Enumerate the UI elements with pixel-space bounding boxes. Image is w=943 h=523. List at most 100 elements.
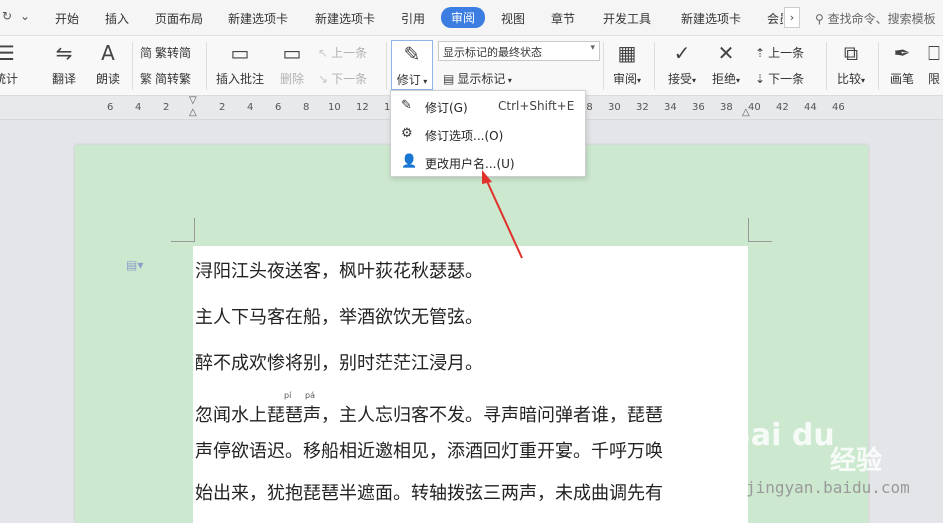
ruler-tick: 30 bbox=[608, 102, 621, 113]
tab-scroll-right-button[interactable]: › bbox=[784, 7, 800, 28]
margin-corner-mark bbox=[748, 218, 772, 242]
word-count-button[interactable]: ☰统计 bbox=[0, 40, 26, 87]
chevron-down-icon: ▾ bbox=[590, 43, 595, 53]
right-indent-marker[interactable]: △ bbox=[742, 107, 750, 118]
next-change-button[interactable]: ⇣ 下一条 bbox=[755, 70, 804, 87]
ruler-tick: 34 bbox=[664, 102, 677, 113]
ruler-tick: 12 bbox=[356, 102, 369, 113]
tab-insert[interactable]: 插入 bbox=[105, 10, 129, 27]
document-line[interactable]: 忽闻水上琵琶声，主人忘归客不发。寻声暗问弹者谁，琵琶 bbox=[195, 401, 663, 427]
tab-developer[interactable]: 开发工具 bbox=[603, 10, 651, 27]
ribbon-separator bbox=[206, 42, 207, 90]
baidu-watermark-brand: 经验 bbox=[830, 446, 883, 476]
delete-comment-icon: ▭ bbox=[282, 41, 302, 65]
tab-member[interactable]: 会员 bbox=[767, 10, 783, 27]
ruler-tick: 6 bbox=[275, 102, 282, 113]
ruler-tick: 32 bbox=[636, 102, 649, 113]
track-changes-icon: ✎ bbox=[403, 42, 421, 66]
compare-icon: ⧉ bbox=[843, 41, 859, 65]
pen-icon: ✒ bbox=[893, 41, 911, 65]
dropdown-arrow-icon: ▾ bbox=[637, 76, 642, 85]
comment-icon: ▭ bbox=[230, 41, 250, 65]
tab-new-2[interactable]: 新建选项卡 bbox=[315, 10, 375, 27]
show-markup-icon: ▤ bbox=[443, 72, 455, 86]
insert-comment-button[interactable]: ▭ 插入批注 bbox=[212, 40, 268, 87]
next-comment-icon: ↘ bbox=[318, 72, 329, 86]
menu-item-track-options[interactable]: ⚙ 修订选项...(O) bbox=[391, 121, 585, 147]
tab-review[interactable]: 审阅 bbox=[441, 7, 486, 28]
paragraph-options-icon[interactable]: ▤▾ bbox=[126, 258, 143, 272]
translate-button[interactable]: ⇋ 翻译 bbox=[46, 40, 82, 87]
markup-mode-select[interactable]: 显示标记的最终状态 ▾ bbox=[438, 41, 600, 61]
trad-to-simp-button[interactable]: 简繁转简 bbox=[140, 44, 191, 61]
shortcut-label: Ctrl+Shift+E bbox=[498, 99, 575, 113]
search-command[interactable]: ⚲ 查找命令、搜索模板 bbox=[815, 10, 936, 27]
restrict-edit-button[interactable]: ⎕ 限 bbox=[926, 40, 942, 87]
reject-button[interactable]: ✕ 拒绝▾ bbox=[706, 40, 746, 87]
search-placeholder: 查找命令、搜索模板 bbox=[827, 12, 936, 26]
tab-bar: ↻ ⌄ 开始 插入 页面布局 新建选项卡 新建选项卡 引用 审阅 视图 章节 开… bbox=[0, 0, 943, 36]
ink-button[interactable]: ✒ 画笔 bbox=[884, 40, 920, 87]
track-changes-button[interactable]: ✎ 修订 ▾ bbox=[391, 40, 433, 90]
show-markup-button[interactable]: ▤ 显示标记 ▾ bbox=[443, 70, 512, 87]
ruler-tick: 4 bbox=[135, 102, 142, 113]
ruler-tick: 10 bbox=[328, 102, 341, 113]
left-indent-marker[interactable]: △ bbox=[189, 107, 197, 118]
annotation-arrow bbox=[482, 170, 523, 259]
track-changes-menu: ✎ 修订(G) Ctrl+Shift+E ⚙ 修订选项...(O) 👤 更改用户名...… bbox=[390, 90, 586, 177]
document-line[interactable]: 浔阳江头夜送客，枫叶荻花秋瑟瑟。 bbox=[195, 257, 483, 283]
tab-references[interactable]: 引用 bbox=[401, 10, 425, 27]
compare-button[interactable]: ⧉ 比较▾ bbox=[830, 40, 872, 87]
baidu-watermark-url: jingyan.baidu.com bbox=[746, 478, 910, 497]
next-change-icon: ⇣ bbox=[755, 72, 766, 86]
document-line[interactable]: 醉不成欢惨将别，别时茫茫江浸月。 bbox=[195, 349, 483, 375]
ruler-tick: 36 bbox=[692, 102, 705, 113]
word-count-icon: ☰ bbox=[0, 41, 15, 65]
ribbon-separator bbox=[386, 42, 387, 90]
prev-comment-button[interactable]: ↖ 上一条 bbox=[318, 44, 367, 61]
tab-home[interactable]: 开始 bbox=[55, 10, 79, 27]
tab-page-layout[interactable]: 页面布局 bbox=[155, 10, 203, 27]
document-line[interactable]: 主人下马客在船，举酒欲饮无管弦。 bbox=[195, 303, 483, 329]
dropdown-arrow-icon: ▾ bbox=[736, 76, 741, 85]
next-comment-button[interactable]: ↘ 下一条 bbox=[318, 70, 367, 87]
ribbon-separator bbox=[132, 42, 133, 90]
ruler-tick: 44 bbox=[804, 102, 817, 113]
dropdown-arrow-icon: ▾ bbox=[420, 77, 428, 86]
ruler-tick: 38 bbox=[720, 102, 733, 113]
ruler-tick: 6 bbox=[107, 102, 114, 113]
simp-trad-icon: 繁 bbox=[140, 72, 153, 86]
document-line[interactable]: 声停欲语迟。移船相近邀相见，添酒回灯重开宴。千呼万唤 bbox=[195, 437, 663, 463]
first-line-indent-marker[interactable]: ▽ bbox=[189, 95, 197, 106]
margin-corner-mark bbox=[171, 218, 195, 242]
ruler-tick: 8 bbox=[303, 102, 310, 113]
simp-to-trad-button[interactable]: 繁简转繁 bbox=[140, 70, 191, 87]
search-icon: ⚲ bbox=[815, 12, 828, 26]
track-changes-icon: ✎ bbox=[401, 98, 412, 113]
ribbon-separator bbox=[603, 42, 604, 90]
menu-item-track-changes[interactable]: ✎ 修订(G) Ctrl+Shift+E bbox=[391, 93, 585, 119]
read-aloud-button[interactable]: A 朗读 bbox=[90, 40, 126, 87]
lock-icon: ⎕ bbox=[928, 41, 940, 65]
delete-comment-button[interactable]: ▭ 删除 bbox=[272, 40, 312, 87]
document-line[interactable]: 始出来，犹抱琵琶半遮面。转轴拨弦三两声，未成曲调先有 bbox=[195, 479, 663, 505]
ruler-tick: 42 bbox=[776, 102, 789, 113]
ruler-tick: 4 bbox=[247, 102, 254, 113]
redo-icon[interactable]: ↻ bbox=[2, 9, 12, 23]
translate-icon: ⇋ bbox=[55, 41, 73, 65]
prev-comment-icon: ↖ bbox=[318, 46, 329, 60]
dropdown-arrow-icon: ▾ bbox=[505, 76, 512, 85]
tab-chapter[interactable]: 章节 bbox=[551, 10, 575, 27]
review-pane-button[interactable]: ▦ 审阅▾ bbox=[607, 40, 647, 87]
tab-new-3[interactable]: 新建选项卡 bbox=[681, 10, 741, 27]
tab-view[interactable]: 视图 bbox=[501, 10, 525, 27]
quick-access-dropdown-icon[interactable]: ⌄ bbox=[20, 9, 30, 23]
settings-icon: ⚙ bbox=[401, 126, 413, 141]
pinyin-annotation: pí bbox=[284, 391, 292, 400]
accept-button[interactable]: ✓ 接受▾ bbox=[662, 40, 702, 87]
ribbon-separator bbox=[826, 42, 827, 90]
ribbon-separator bbox=[878, 42, 879, 90]
trad-simp-icon: 简 bbox=[140, 46, 153, 60]
tab-new-1[interactable]: 新建选项卡 bbox=[228, 10, 288, 27]
prev-change-button[interactable]: ⇡ 上一条 bbox=[755, 44, 804, 61]
